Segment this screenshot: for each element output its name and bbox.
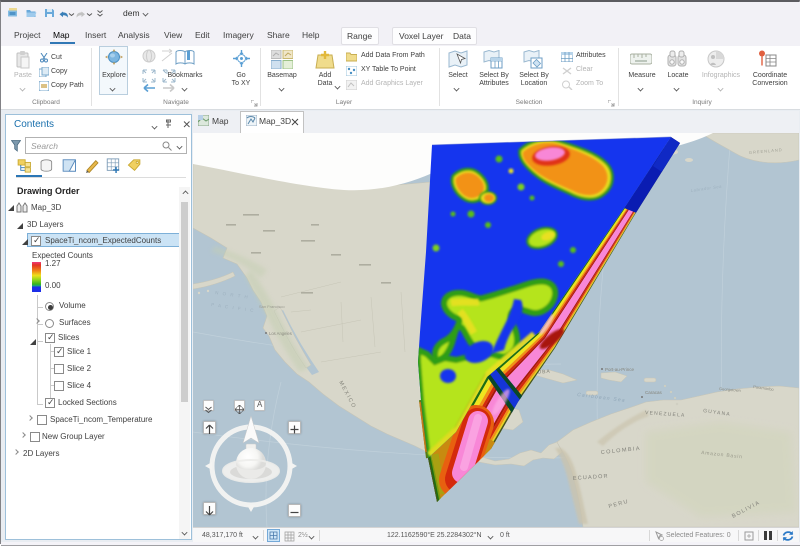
svg-text:Los Angeles: Los Angeles	[269, 331, 292, 336]
svg-text:Port-au-Prince: Port-au-Prince	[605, 367, 635, 372]
svg-text:Caracas: Caracas	[645, 390, 663, 395]
svg-text:San Francisco: San Francisco	[259, 304, 285, 309]
